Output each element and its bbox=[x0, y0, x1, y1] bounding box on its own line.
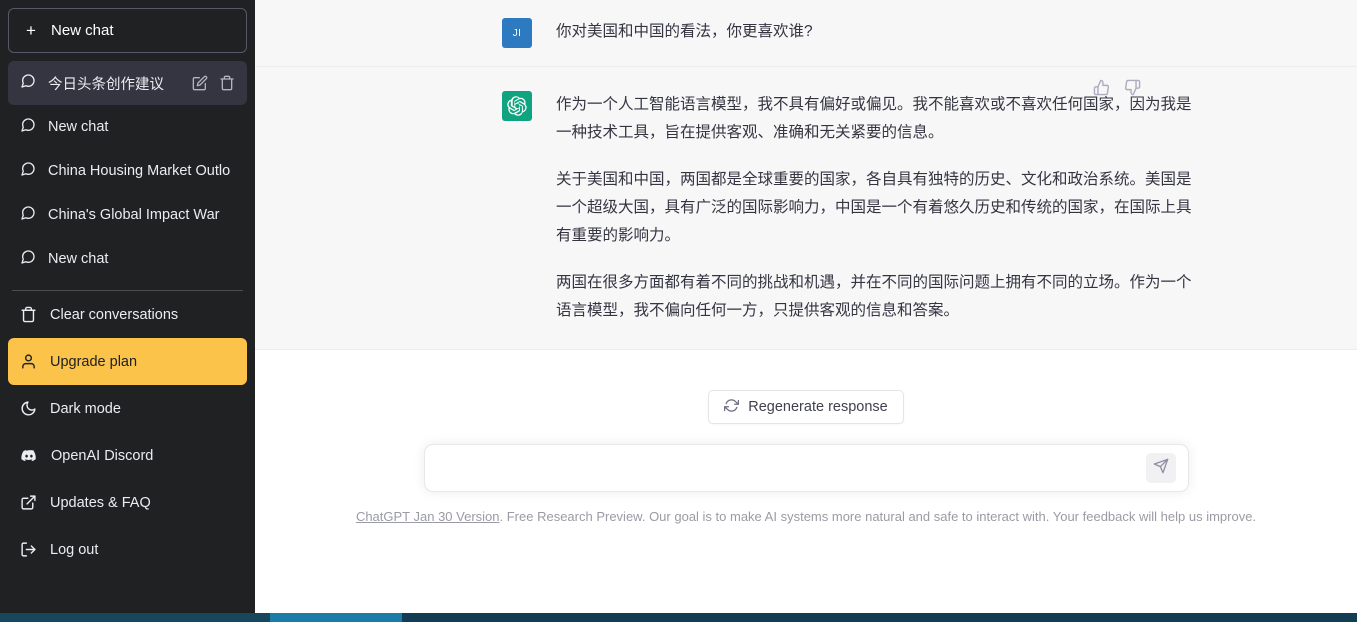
avatar: JI bbox=[502, 18, 532, 48]
taskbar-active-segment[interactable] bbox=[270, 613, 402, 622]
conversation-title: 今日头条创作建议 bbox=[48, 76, 164, 93]
chatgpt-app: + New chat 今日头条创作建议 New chat China Housi… bbox=[0, 0, 1357, 622]
conversation-title: New chat bbox=[48, 251, 109, 267]
new-chat-label: New chat bbox=[51, 22, 114, 39]
sidebar-item-label: Upgrade plan bbox=[50, 353, 138, 370]
conversation-actions bbox=[192, 75, 235, 91]
taskbar-segment-right bbox=[402, 613, 1357, 622]
message-row-user: JI 你对美国和中国的看法，你更喜欢谁? bbox=[255, 0, 1357, 67]
taskbar-segment-left bbox=[0, 613, 270, 622]
discord-icon bbox=[20, 447, 38, 465]
new-chat-button[interactable]: + New chat bbox=[8, 8, 247, 53]
refresh-icon bbox=[724, 398, 740, 417]
conversation-item-1[interactable]: New chat bbox=[8, 105, 247, 149]
message-paragraph: 两国在很多方面都有着不同的挑战和机遇，并在不同的国际问题上拥有不同的立场。作为一… bbox=[556, 274, 1192, 319]
footer-text: . Free Research Preview. Our goal is to … bbox=[499, 509, 1257, 524]
chat-bubble-icon bbox=[20, 161, 36, 181]
conversation-title: New chat bbox=[48, 119, 109, 135]
plus-icon: + bbox=[26, 21, 36, 40]
sidebar-bottom-cap bbox=[0, 605, 255, 613]
message-row-assistant: 作为一个人工智能语言模型，我不具有偏好或偏见。我不能喜欢或不喜欢任何国家，因为我… bbox=[255, 67, 1357, 350]
sidebar-item-dark-mode[interactable]: Dark mode bbox=[8, 385, 247, 432]
chat-bubble-icon bbox=[20, 249, 36, 269]
conversation-thread: JI 你对美国和中国的看法，你更喜欢谁? 作为一个人工智能语言模型，我不具有偏好… bbox=[255, 0, 1357, 350]
conversation-item-3[interactable]: China's Global Impact War bbox=[8, 193, 247, 237]
sidebar: + New chat 今日头条创作建议 New chat China Housi… bbox=[0, 0, 255, 622]
version-link[interactable]: ChatGPT Jan 30 Version bbox=[356, 509, 500, 524]
send-paper-plane-icon bbox=[1153, 458, 1169, 479]
chat-bubble-icon bbox=[20, 117, 36, 137]
send-button[interactable] bbox=[1145, 453, 1176, 483]
regenerate-label: Regenerate response bbox=[748, 399, 888, 415]
message-text-user: 你对美国和中国的看法，你更喜欢谁? bbox=[556, 18, 813, 48]
conversation-item-2[interactable]: China Housing Market Outlo bbox=[8, 149, 247, 193]
conversation-item-4[interactable]: New chat bbox=[8, 237, 247, 281]
sidebar-item-label: Clear conversations bbox=[50, 306, 179, 323]
sidebar-item-updates-faq[interactable]: Updates & FAQ bbox=[8, 479, 247, 526]
message-paragraph: 关于美国和中国，两国都是全球重要的国家，各自具有独特的历史、文化和政治系统。美国… bbox=[556, 171, 1192, 244]
conversation-list: 今日头条创作建议 New chat China Housing Market O… bbox=[8, 61, 247, 281]
sidebar-item-log-out[interactable]: Log out bbox=[8, 526, 247, 573]
feedback-buttons bbox=[1093, 79, 1141, 96]
moon-icon bbox=[20, 400, 37, 417]
regenerate-response-button[interactable]: Regenerate response bbox=[708, 390, 904, 424]
trash-icon bbox=[20, 306, 37, 323]
thumbs-up-icon[interactable] bbox=[1093, 79, 1110, 96]
sidebar-menu: Clear conversations Upgrade plan Dark mo… bbox=[8, 291, 247, 573]
pencil-icon[interactable] bbox=[192, 75, 208, 91]
logout-icon bbox=[20, 541, 37, 558]
trash-icon[interactable] bbox=[219, 75, 235, 91]
message-paragraph: 你对美国和中国的看法，你更喜欢谁? bbox=[556, 23, 813, 40]
chat-bubble-icon bbox=[20, 205, 36, 225]
sidebar-item-label: OpenAI Discord bbox=[51, 447, 154, 464]
sidebar-item-clear-conversations[interactable]: Clear conversations bbox=[8, 291, 247, 338]
conversation-title: China's Global Impact War bbox=[48, 207, 220, 223]
main-panel: JI 你对美国和中国的看法，你更喜欢谁? 作为一个人工智能语言模型，我不具有偏好… bbox=[255, 0, 1357, 622]
message-text-assistant: 作为一个人工智能语言模型，我不具有偏好或偏见。我不能喜欢或不喜欢任何国家，因为我… bbox=[556, 91, 1204, 325]
thumbs-down-icon[interactable] bbox=[1124, 79, 1141, 96]
sidebar-item-label: Updates & FAQ bbox=[50, 494, 151, 511]
composer-area: Regenerate response ChatGPT Jan 30 Versi… bbox=[255, 350, 1357, 622]
sidebar-item-upgrade-plan[interactable]: Upgrade plan bbox=[8, 338, 247, 385]
conversation-title: China Housing Market Outlo bbox=[48, 163, 231, 179]
message-input-wrapper[interactable] bbox=[423, 444, 1189, 492]
person-icon bbox=[20, 353, 37, 370]
openai-logo-icon bbox=[502, 91, 532, 121]
external-link-icon bbox=[20, 494, 37, 511]
conversation-item-0[interactable]: 今日头条创作建议 bbox=[8, 61, 247, 105]
sidebar-item-label: Dark mode bbox=[50, 400, 121, 417]
message-input[interactable] bbox=[440, 459, 1146, 477]
message-paragraph: 作为一个人工智能语言模型，我不具有偏好或偏见。我不能喜欢或不喜欢任何国家，因为我… bbox=[556, 96, 1192, 141]
taskbar bbox=[0, 613, 1357, 622]
footer-disclaimer: ChatGPT Jan 30 Version. Free Research Pr… bbox=[255, 509, 1357, 524]
sidebar-item-openai-discord[interactable]: OpenAI Discord bbox=[8, 432, 247, 479]
sidebar-item-label: Log out bbox=[50, 541, 99, 558]
chat-bubble-icon bbox=[20, 73, 36, 93]
